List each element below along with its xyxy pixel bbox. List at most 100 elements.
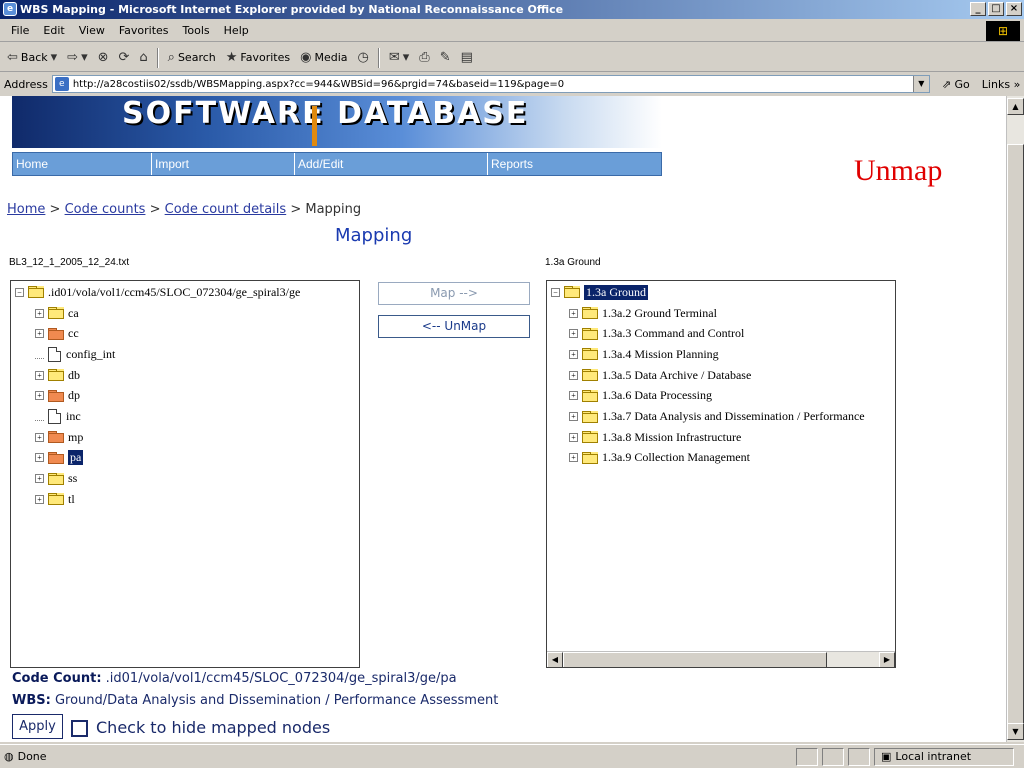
nav-home[interactable]: Home [13,153,152,175]
stop-button[interactable]: ⊗ [95,50,112,65]
scroll-thumb[interactable] [563,652,827,667]
menu-favorites[interactable]: Favorites [112,24,176,37]
tree-node-ss[interactable]: + ss [35,470,77,488]
tree-node-pa[interactable]: + pa [35,449,84,467]
address-bar: Address e http://a28costiis02/ssdb/WBSMa… [0,72,1024,96]
wbs-node[interactable]: +1.3a.9 Collection Management [569,449,750,467]
wbs-node-label: 1.3a.8 Mission Infrastructure [602,429,742,444]
wbs-node[interactable]: +1.3a.8 Mission Infrastructure [569,428,741,446]
mail-button[interactable]: ✉ ▾ [386,50,412,65]
tree-node-config-int[interactable]: config_int [35,345,115,363]
chevron-down-icon: ▾ [81,50,88,65]
windows-logo-icon: ⊞ [986,21,1020,41]
links-button[interactable]: Links » [982,78,1021,91]
media-button[interactable]: ◉ Media [297,50,350,65]
scroll-left-icon[interactable]: ◀ [547,652,563,667]
chevron-down-icon[interactable]: ▼ [912,76,929,92]
hide-mapped-checkbox[interactable] [71,720,88,737]
tree-node-dp[interactable]: + dp [35,387,80,405]
scroll-up-icon[interactable]: ▲ [1007,98,1024,115]
page-scroll-thumb[interactable] [1007,144,1024,724]
page-vertical-scrollbar[interactable]: ▲ ▼ [1006,96,1024,742]
tree-node-cc[interactable]: + cc [35,325,79,343]
tree-node-mp[interactable]: + mp [35,428,83,446]
folder-icon [48,369,64,382]
expand-icon[interactable]: + [569,329,578,339]
tree-node-inc[interactable]: inc [35,408,81,426]
apply-button[interactable]: Apply [12,714,63,739]
page-icon: e [54,77,69,91]
wbs-node[interactable]: +1.3a.5 Data Archive / Database [569,366,751,384]
wbs-node[interactable]: +1.3a.4 Mission Planning [569,345,719,363]
collapse-icon[interactable]: − [15,287,24,297]
tree-root-node[interactable]: − .id01/vola/vol1/ccm45/SLOC_072304/ge_s… [15,283,300,301]
wbs-node[interactable]: +1.3a.6 Data Processing [569,387,712,405]
expand-icon[interactable]: + [35,494,44,504]
favorites-button[interactable]: ★ Favorites [223,50,293,65]
back-button[interactable]: ⇦ Back ▾ [4,50,60,65]
maximize-button[interactable]: □ [988,2,1004,16]
print-button[interactable]: ⎙ [416,50,432,65]
tree-node-tl[interactable]: + tl [35,490,75,508]
expand-icon[interactable]: + [569,412,578,421]
wbs-node[interactable]: +1.3a.7 Data Analysis and Dissemination … [569,408,865,426]
expand-icon[interactable]: + [35,329,44,339]
folder-icon [582,451,598,464]
discuss-button[interactable]: ▤ [458,50,476,65]
scroll-right-icon[interactable]: ▶ [879,652,895,667]
menu-edit[interactable]: Edit [36,24,71,37]
breadcrumb-home[interactable]: Home [7,202,45,217]
map-button[interactable]: Map --> [378,282,530,305]
expand-icon[interactable]: + [35,453,44,463]
close-button[interactable]: × [1006,2,1022,16]
expand-icon[interactable]: + [569,453,578,463]
nav-add-edit[interactable]: Add/Edit [295,153,488,175]
expand-icon[interactable]: + [35,370,44,380]
expand-icon[interactable]: + [569,391,578,401]
wbs-node[interactable]: +1.3a.2 Ground Terminal [569,304,717,322]
menu-help[interactable]: Help [217,24,256,37]
expand-icon[interactable]: + [569,432,578,442]
home-button[interactable]: ⌂ [136,50,150,65]
address-input[interactable]: e http://a28costiis02/ssdb/WBSMapping.as… [51,75,930,93]
wbs-tree[interactable]: − 1.3a Ground +1.3a.2 Ground Terminal +1.… [546,280,896,668]
wbs-root-node[interactable]: − 1.3a Ground [551,283,648,301]
status-bar: ◍ Done ▣ Local intranet [0,744,1024,768]
go-button[interactable]: ⇗ Go [942,78,970,91]
status-cell [848,747,870,766]
tree-node-label: ca [68,305,79,320]
menu-view[interactable]: View [72,24,112,37]
site-banner: SOFTWARE DATABASE [12,96,662,148]
code-count-label: Code Count: [12,671,102,686]
unmap-button[interactable]: <-- UnMap [378,315,530,338]
expand-icon[interactable]: + [569,308,578,318]
expand-icon[interactable]: + [569,370,578,380]
folder-icon [48,431,64,444]
code-count-tree[interactable]: − .id01/vola/vol1/ccm45/SLOC_072304/ge_s… [10,280,360,668]
search-button[interactable]: ⌕ Search [165,50,219,65]
edit-button[interactable]: ✎ [437,50,454,65]
expand-icon[interactable]: + [35,391,44,401]
links-label: Links [981,77,1011,91]
minimize-button[interactable]: _ [970,2,986,16]
tree-node-ca[interactable]: + ca [35,304,79,322]
scroll-down-icon[interactable]: ▼ [1007,723,1024,740]
breadcrumb-code-count-details[interactable]: Code count details [165,202,287,217]
refresh-button[interactable]: ⟳ [116,50,133,65]
expand-icon[interactable]: + [35,308,44,318]
forward-button[interactable]: ⇨ ▾ [64,50,90,65]
nav-reports[interactable]: Reports [488,153,661,175]
folder-icon [48,451,64,464]
tree-node-db[interactable]: + db [35,366,80,384]
menu-tools[interactable]: Tools [176,24,217,37]
breadcrumb-code-counts[interactable]: Code counts [65,202,146,217]
history-button[interactable]: ◷ [355,50,372,65]
expand-icon[interactable]: + [35,474,44,484]
horizontal-scrollbar[interactable]: ◀ ▶ [547,651,895,667]
menu-file[interactable]: File [4,24,36,37]
nav-import[interactable]: Import [152,153,295,175]
wbs-node[interactable]: +1.3a.3 Command and Control [569,325,744,343]
expand-icon[interactable]: + [569,349,578,359]
expand-icon[interactable]: + [35,432,44,442]
collapse-icon[interactable]: − [551,287,560,297]
